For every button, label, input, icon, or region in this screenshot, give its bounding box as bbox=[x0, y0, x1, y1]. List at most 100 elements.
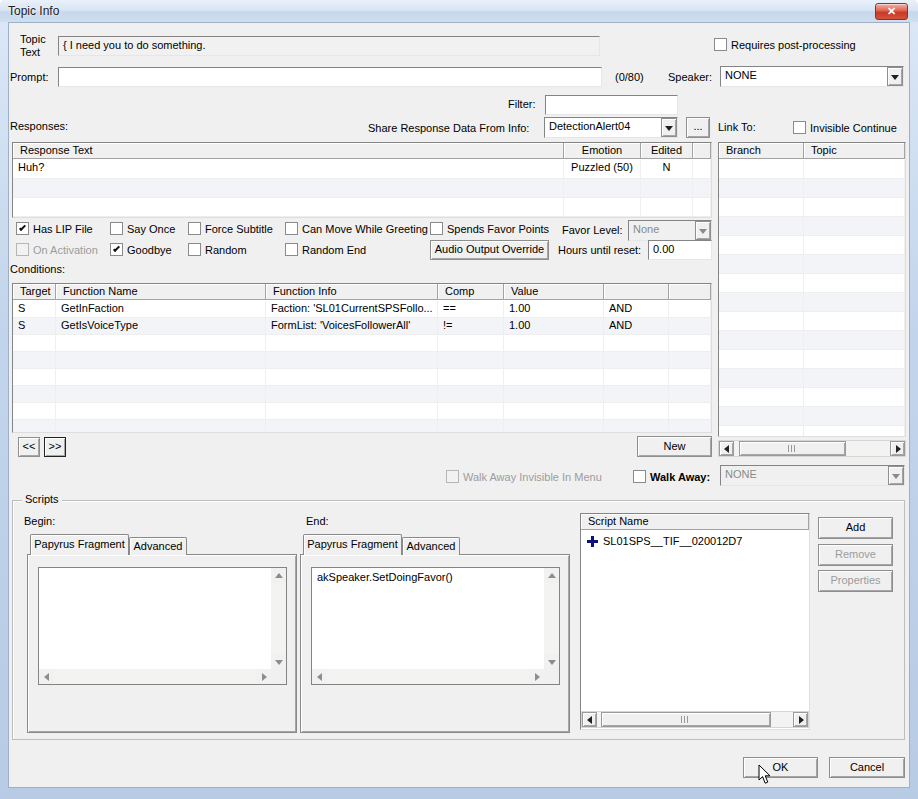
char-count: (0/80) bbox=[615, 71, 644, 83]
topic-info-window: Topic Info ✕ Topic Text { I need you to … bbox=[0, 0, 918, 799]
column-header[interactable]: Branch bbox=[719, 143, 804, 159]
begin-tab-papyrus-fragment[interactable]: Papyrus Fragment bbox=[30, 534, 129, 555]
table-row[interactable]: Huh?Puzzled (50)N bbox=[13, 160, 711, 179]
column-header[interactable] bbox=[693, 143, 711, 159]
table-row-empty bbox=[719, 331, 905, 350]
prev-condition-button[interactable]: << bbox=[18, 437, 40, 457]
scroll-down-icon[interactable] bbox=[544, 654, 559, 669]
scroll-down-icon[interactable] bbox=[271, 654, 286, 669]
checkbox-box bbox=[714, 38, 727, 51]
table-row-empty bbox=[719, 388, 905, 407]
checkbox-box bbox=[793, 121, 806, 134]
walk-away-select: NONE bbox=[720, 465, 905, 486]
script-list-hscrollbar[interactable] bbox=[581, 711, 809, 728]
chevron-down-icon[interactable] bbox=[661, 118, 677, 137]
filter-label: Filter: bbox=[508, 98, 536, 110]
end-tab-papyrus-fragment[interactable]: Papyrus Fragment bbox=[303, 534, 402, 555]
add-script-button[interactable]: Add bbox=[818, 517, 893, 539]
scroll-left-icon[interactable] bbox=[312, 669, 327, 684]
close-icon[interactable]: ✕ bbox=[875, 3, 908, 20]
table-row-empty bbox=[719, 426, 905, 437]
share-response-label: Share Response Data From Info: bbox=[368, 122, 529, 134]
end-label: End: bbox=[306, 515, 329, 527]
column-header[interactable]: Comp bbox=[438, 284, 504, 300]
prompt-label: Prompt: bbox=[10, 71, 49, 83]
speaker-select[interactable]: NONE bbox=[720, 66, 904, 87]
column-header[interactable] bbox=[669, 284, 711, 300]
next-condition-button[interactable]: >> bbox=[44, 437, 66, 457]
table-row-empty bbox=[719, 312, 905, 331]
table-row-empty bbox=[13, 335, 711, 352]
table-row-empty bbox=[719, 160, 905, 179]
begin-fragment-textarea[interactable] bbox=[38, 567, 287, 685]
column-header[interactable]: Topic bbox=[804, 143, 905, 159]
ok-button[interactable]: OK bbox=[743, 757, 818, 778]
table-row-empty bbox=[13, 369, 711, 386]
script-list[interactable]: Script Name SL01SPS__TIF__020012D7 bbox=[580, 513, 810, 730]
begin-tab-advanced[interactable]: Advanced bbox=[129, 537, 187, 555]
column-header[interactable]: Function Info bbox=[266, 284, 438, 300]
table-row[interactable]: SGetInFactionFaction: 'SL01CurrentSPSFol… bbox=[13, 301, 711, 318]
plus-icon bbox=[587, 536, 598, 547]
table-row-empty bbox=[13, 179, 711, 198]
scrollbar-thumb[interactable] bbox=[601, 712, 771, 727]
table-row-empty bbox=[719, 179, 905, 198]
table-row[interactable]: SGetIsVoiceTypeFormList: 'VoicesFollower… bbox=[13, 318, 711, 335]
end-fragment-textarea[interactable]: akSpeaker.SetDoingFavor() bbox=[311, 567, 560, 685]
response-table[interactable]: Response TextEmotionEditedHuh?Puzzled (5… bbox=[12, 142, 712, 218]
title-bar[interactable]: Topic Info ✕ bbox=[0, 0, 918, 22]
properties-button[interactable]: Properties bbox=[818, 570, 893, 592]
scrollbar-thumb[interactable] bbox=[739, 441, 846, 456]
column-header[interactable]: Edited bbox=[641, 143, 693, 159]
mouse-cursor-icon bbox=[758, 764, 772, 785]
new-condition-button[interactable]: New bbox=[637, 436, 712, 457]
begin-label: Begin: bbox=[24, 515, 55, 527]
end-tab-advanced[interactable]: Advanced bbox=[402, 537, 460, 555]
column-header[interactable] bbox=[604, 284, 669, 300]
script-list-item[interactable]: SL01SPS__TIF__020012D7 bbox=[581, 534, 809, 551]
hours-until-reset-field[interactable]: 0.00 bbox=[648, 240, 712, 260]
scroll-up-icon[interactable] bbox=[544, 568, 559, 583]
conditions-label: Conditions: bbox=[10, 263, 65, 275]
conditions-table[interactable]: TargetFunction NameFunction InfoCompValu… bbox=[12, 283, 712, 433]
responses-label: Responses: bbox=[10, 120, 68, 132]
window-title: Topic Info bbox=[8, 4, 59, 18]
chevron-down-icon bbox=[888, 466, 904, 485]
filter-input[interactable] bbox=[545, 95, 678, 115]
chevron-down-icon bbox=[695, 221, 711, 240]
column-header[interactable]: Value bbox=[504, 284, 604, 300]
scroll-up-icon[interactable] bbox=[271, 568, 286, 583]
table-row-empty bbox=[13, 403, 711, 420]
table-row-empty bbox=[719, 369, 905, 388]
chevron-down-icon[interactable] bbox=[887, 67, 903, 86]
prompt-field[interactable] bbox=[58, 67, 602, 87]
scroll-left-icon[interactable] bbox=[719, 441, 734, 456]
table-row-empty bbox=[719, 350, 905, 369]
scroll-right-icon[interactable] bbox=[890, 441, 905, 456]
column-header[interactable]: Script Name bbox=[581, 514, 809, 530]
column-header[interactable]: Target bbox=[13, 284, 56, 300]
column-header[interactable]: Emotion bbox=[564, 143, 641, 159]
share-browse-button[interactable]: ... bbox=[686, 117, 710, 138]
topic-text-label: Topic Text bbox=[20, 33, 56, 59]
scroll-right-icon[interactable] bbox=[529, 669, 544, 684]
link-to-label: Link To: bbox=[718, 121, 756, 133]
favor-level-label: Favor Level: bbox=[562, 224, 623, 236]
column-header[interactable]: Function Name bbox=[56, 284, 266, 300]
table-row-empty bbox=[719, 407, 905, 426]
share-response-select[interactable]: DetectionAlert04 bbox=[544, 117, 678, 138]
link-table-hscrollbar[interactable] bbox=[718, 440, 906, 457]
table-row-empty bbox=[13, 420, 711, 433]
speaker-label: Speaker: bbox=[668, 71, 712, 83]
cancel-button[interactable]: Cancel bbox=[829, 757, 905, 778]
table-row-empty bbox=[13, 352, 711, 369]
audio-output-override-button[interactable]: Audio Output Override bbox=[430, 240, 549, 260]
scroll-right-icon[interactable] bbox=[793, 712, 808, 727]
scroll-left-icon[interactable] bbox=[582, 712, 597, 727]
topic-text-field[interactable]: { I need you to do something. bbox=[58, 36, 600, 56]
link-to-table[interactable]: BranchTopic bbox=[718, 142, 906, 437]
scroll-right-icon[interactable] bbox=[256, 669, 271, 684]
scroll-left-icon[interactable] bbox=[39, 669, 54, 684]
remove-script-button[interactable]: Remove bbox=[818, 544, 893, 566]
column-header[interactable]: Response Text bbox=[13, 143, 564, 159]
